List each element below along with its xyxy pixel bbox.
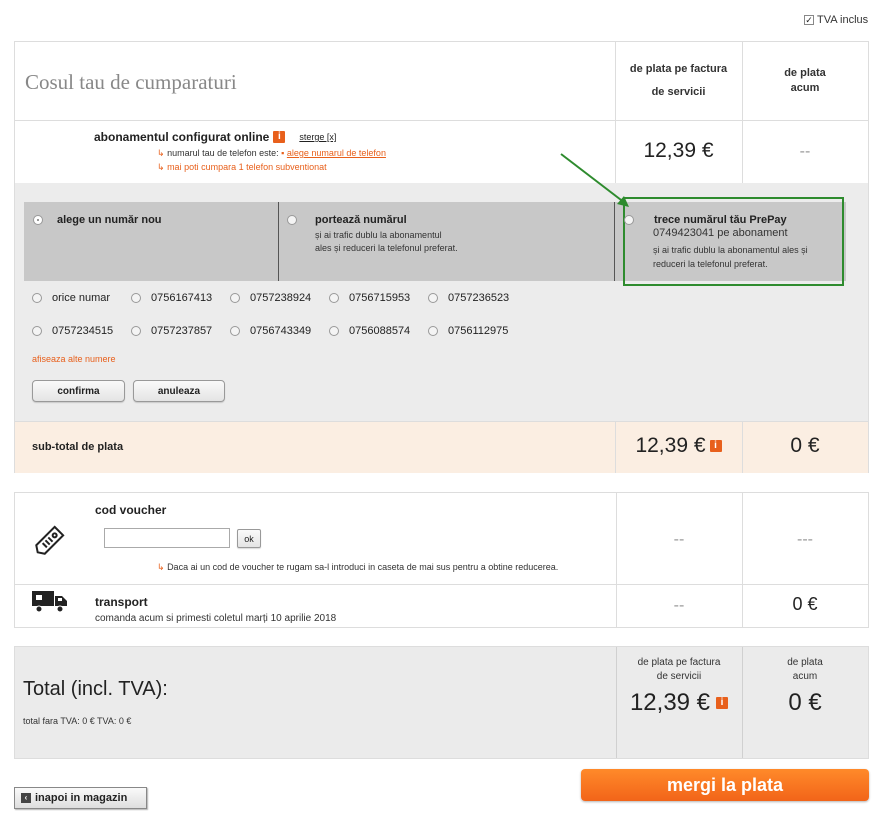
total-panel: Total (incl. TVA): total fara TVA: 0 € T… bbox=[14, 646, 869, 759]
number-option[interactable]: 0756715953 bbox=[329, 292, 410, 304]
option-port-number[interactable]: portează numărul și ai trafic dublu la a… bbox=[287, 214, 458, 255]
col-invoice-header: de plata pe factura de servicii bbox=[629, 63, 728, 98]
option-prepay-radio[interactable] bbox=[624, 215, 634, 225]
subsidized-note: ↳ mai poti cumpara 1 telefon subventiona… bbox=[157, 162, 327, 172]
arrow-icon: ↳ bbox=[157, 148, 165, 158]
option-prepay-number[interactable]: trece numărul tău PrePay 0749423041 pe a… bbox=[624, 214, 808, 271]
total-col-now-header: de plata acum bbox=[787, 657, 823, 682]
transport-now: 0 € bbox=[792, 594, 818, 614]
voucher-input[interactable] bbox=[104, 528, 230, 548]
voucher-title: cod voucher bbox=[95, 503, 167, 517]
info-icon[interactable]: i bbox=[273, 131, 286, 143]
page-title: Cosul tau de cumparaturi bbox=[25, 70, 237, 94]
subtotal-now: 0 € bbox=[790, 434, 820, 457]
voucher-invoice: -- bbox=[673, 531, 685, 548]
bullet-icon: ▪ bbox=[281, 148, 285, 158]
tva-checkbox[interactable]: ✓ bbox=[804, 15, 814, 25]
extras-panel: cod voucher ok ↳ Daca ai un cod de vouch… bbox=[14, 492, 869, 628]
total-subnote: total fara TVA: 0 € TVA: 0 € bbox=[23, 716, 132, 726]
phone-note-row: ↳ numarul tau de telefon este: ▪ alege n… bbox=[157, 148, 386, 158]
number-option[interactable]: 0757234515 bbox=[32, 325, 113, 337]
tva-toggle[interactable]: ✓ TVA inclus bbox=[804, 14, 868, 26]
number-option[interactable]: 0756167413 bbox=[131, 292, 212, 304]
checkout-button[interactable]: mergi la plata bbox=[581, 769, 869, 801]
info-icon[interactable]: i bbox=[716, 697, 729, 709]
option-port-radio[interactable] bbox=[287, 215, 297, 225]
choose-number-link[interactable]: alege numarul de telefon bbox=[287, 148, 386, 158]
subscription-row: abonamentul configurat online i sterge [… bbox=[94, 130, 336, 144]
show-more-numbers-link[interactable]: afiseaza alte numere bbox=[32, 354, 116, 364]
confirm-button[interactable]: confirma bbox=[32, 380, 125, 402]
number-option[interactable]: 0756112975 bbox=[428, 325, 508, 337]
subscription-name: abonamentul configurat online bbox=[94, 130, 270, 144]
tva-label: TVA inclus bbox=[817, 14, 869, 26]
subtotal-label: sub-total de plata bbox=[32, 441, 124, 453]
subtotal-invoice: 12,39 € i bbox=[615, 434, 742, 458]
voucher-now: --- bbox=[797, 531, 813, 548]
total-title: Total (incl. TVA): bbox=[23, 678, 168, 700]
back-to-shop-button[interactable]: ‹ inapoi in magazin bbox=[14, 787, 147, 809]
info-icon[interactable]: i bbox=[709, 440, 722, 452]
transport-invoice: -- bbox=[673, 597, 685, 614]
back-arrow-icon: ‹ bbox=[21, 793, 31, 803]
number-option[interactable]: 0756088574 bbox=[329, 325, 410, 337]
option-new-number[interactable]: alege un număr nou bbox=[33, 214, 162, 226]
transport-title: transport bbox=[95, 595, 148, 609]
col-now-header: de plata acum bbox=[784, 67, 826, 94]
total-invoice: 12,39 € i bbox=[616, 689, 742, 717]
transport-note: comanda acum si primesti coletul marți 1… bbox=[95, 613, 337, 624]
number-option[interactable]: orice numar bbox=[32, 292, 110, 304]
number-option[interactable]: 0757238924 bbox=[230, 292, 311, 304]
number-option[interactable]: 0756743349 bbox=[230, 325, 311, 337]
delivery-truck-icon bbox=[32, 591, 67, 613]
subscription-price-now: -- bbox=[799, 143, 811, 160]
voucher-hint: ↳ Daca ai un cod de voucher te rugam sa-… bbox=[157, 562, 559, 572]
arrow-icon: ↳ bbox=[157, 562, 165, 572]
cart-panel: Cosul tau de cumparaturi de plata pe fac… bbox=[14, 41, 869, 473]
arrow-icon: ↳ bbox=[157, 162, 165, 172]
voucher-ok-button[interactable]: ok bbox=[237, 529, 261, 548]
number-option[interactable]: 0757237857 bbox=[131, 325, 212, 337]
cancel-button[interactable]: anuleaza bbox=[133, 380, 225, 402]
total-now: 0 € bbox=[788, 689, 822, 716]
delete-link[interactable]: sterge [x] bbox=[299, 132, 336, 142]
total-col-invoice-header: de plata pe factura de servicii bbox=[637, 657, 721, 682]
voucher-tag-icon bbox=[35, 525, 65, 555]
number-option[interactable]: 0757236523 bbox=[428, 292, 509, 304]
option-new-radio[interactable] bbox=[33, 215, 43, 225]
prepay-subtitle: 0749423041 pe abonament bbox=[653, 227, 788, 239]
green-arrow-icon bbox=[560, 153, 629, 207]
